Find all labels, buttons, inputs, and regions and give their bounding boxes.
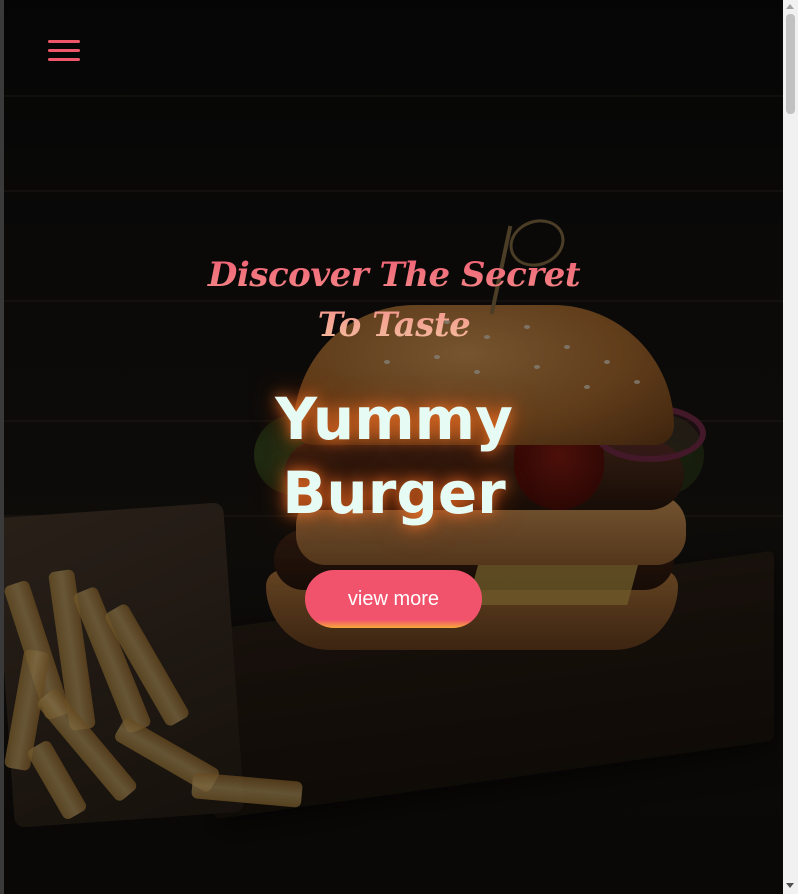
scrollbar-thumb[interactable] <box>786 14 795 114</box>
menu-bar <box>48 58 80 61</box>
scroll-down-arrow-icon[interactable] <box>786 883 794 888</box>
page-scrollbar[interactable] <box>783 0 798 894</box>
hero-tagline: Discover The Secret To Taste <box>194 250 594 350</box>
hero-headline: Yummy Burger <box>194 382 594 530</box>
headline-line-2: Burger <box>282 459 506 527</box>
hamburger-menu-icon[interactable] <box>48 38 82 64</box>
view-more-button[interactable]: view more <box>305 570 482 628</box>
page-frame: Discover The Secret To Taste Yummy Burge… <box>0 0 798 894</box>
menu-bar <box>48 40 80 43</box>
scroll-up-arrow-icon[interactable] <box>786 4 794 9</box>
headline-line-1: Yummy <box>275 385 513 453</box>
menu-bar <box>48 49 80 52</box>
hero-section: Discover The Secret To Taste Yummy Burge… <box>4 0 783 894</box>
